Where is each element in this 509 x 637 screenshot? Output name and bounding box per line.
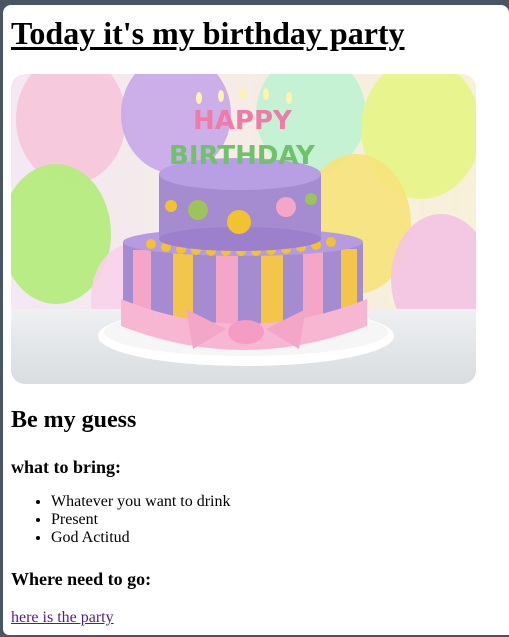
where-heading: Where need to go: <box>11 569 152 589</box>
bring-list: Whatever you want to drink Present God A… <box>11 493 231 547</box>
page-frame: Today it's my birthday party HAPPY BIRTH… <box>3 5 509 635</box>
list-item: Present <box>51 511 231 529</box>
birthday-cake-image: HAPPY BIRTHDAY <box>11 74 476 384</box>
list-item: God Actitud <box>51 529 231 547</box>
list-item: Whatever you want to drink <box>51 493 231 511</box>
section-heading: Be my guess <box>11 407 137 433</box>
party-location-link[interactable]: here is the party <box>11 608 114 628</box>
page-title: Today it's my birthday party <box>11 15 405 51</box>
bring-heading: what to bring: <box>11 457 122 477</box>
cake-topper-birthday: BIRTHDAY <box>169 141 316 171</box>
cake-topper-happy: HAPPY <box>193 106 293 136</box>
